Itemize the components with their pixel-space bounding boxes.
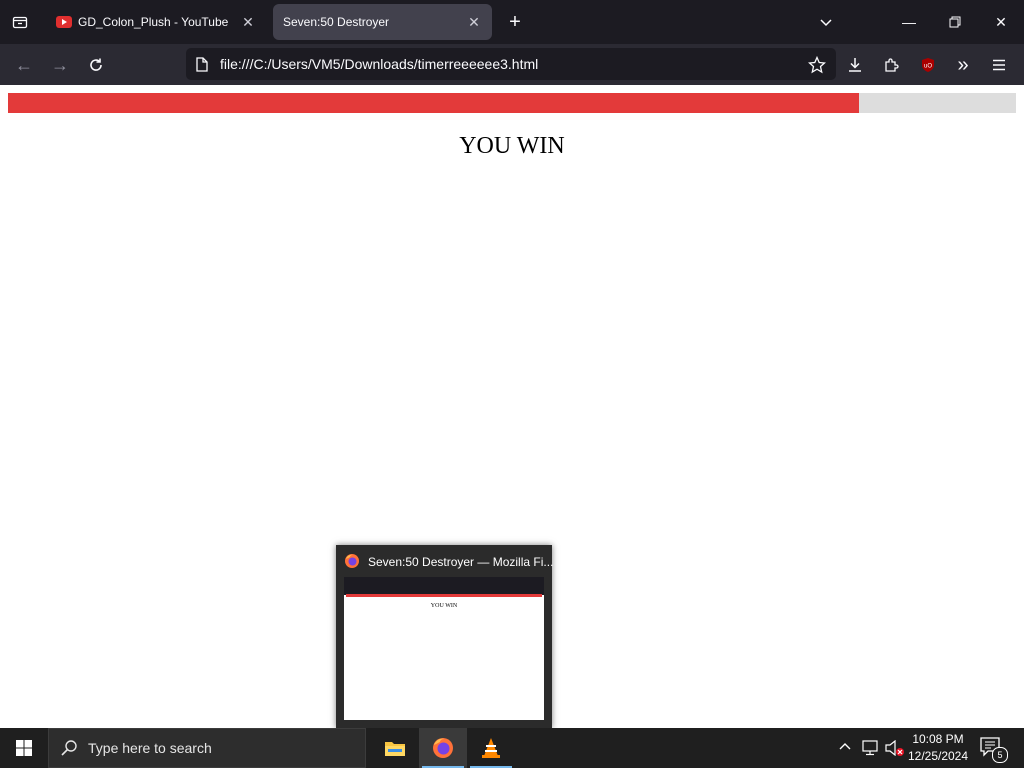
action-center-button[interactable]: 5 [980, 737, 1008, 763]
tab-youtube[interactable]: GD_Colon_Plush - YouTube ✕ [46, 4, 266, 40]
list-all-tabs-button[interactable] [814, 10, 838, 34]
tab-title: Seven:50 Destroyer [283, 15, 390, 29]
downloads-button[interactable] [842, 52, 868, 78]
clock-date: 12/25/2024 [907, 749, 969, 763]
notification-count-badge: 5 [992, 747, 1008, 763]
arrow-left-icon: ← [15, 54, 33, 75]
thumbnail-progress-bar [346, 594, 542, 597]
start-button[interactable] [0, 728, 48, 768]
star-icon [808, 56, 826, 74]
firefox-icon [344, 553, 360, 574]
minimize-button[interactable]: — [886, 0, 932, 44]
close-tab-icon[interactable]: ✕ [240, 14, 256, 31]
new-tab-button[interactable]: + [503, 10, 527, 34]
thumbnail-win-message: YOU WIN [430, 603, 458, 609]
page-icon [196, 57, 208, 77]
svg-text:uO: uO [924, 64, 932, 70]
search-placeholder: Type here to search [88, 740, 212, 756]
ublock-origin-button[interactable]: uO [915, 52, 941, 78]
plus-icon: + [509, 10, 521, 33]
reload-button[interactable] [83, 52, 109, 78]
reload-icon [90, 58, 102, 71]
restore-icon [949, 16, 961, 28]
bookmark-button[interactable] [804, 52, 830, 78]
chevron-up-icon [839, 743, 851, 750]
network-status-button[interactable] [862, 740, 880, 761]
arrow-right-icon: → [51, 54, 69, 75]
hamburger-menu-icon [993, 59, 1005, 71]
puzzle-icon [885, 58, 899, 72]
taskbar-clock[interactable]: 10:08 PM 12/25/2024 [900, 731, 976, 765]
firefox-icon [433, 738, 453, 758]
close-icon: ✕ [995, 13, 1007, 30]
double-chevron-right-icon: » [957, 53, 969, 76]
minimize-icon: — [902, 14, 916, 30]
close-window-button[interactable]: ✕ [978, 0, 1024, 44]
firefox-view-button[interactable] [8, 10, 32, 34]
windows-logo-icon [16, 740, 32, 756]
ublock-icon: uO [922, 58, 934, 72]
show-hidden-icons-button[interactable] [838, 740, 852, 759]
tab-list-icon [12, 16, 28, 29]
thumbnail-page-preview: YOU WIN [344, 577, 544, 720]
close-tab-icon[interactable]: ✕ [466, 14, 482, 31]
more-tools-button[interactable]: » [950, 52, 976, 78]
file-explorer-taskbar-button[interactable] [371, 728, 419, 768]
firefox-taskbar-button[interactable] [419, 728, 467, 768]
thumbnail-title: Seven:50 Destroyer — Mozilla Fi... [368, 555, 554, 569]
youtube-icon [56, 16, 72, 28]
timer-progress-fill [8, 93, 859, 113]
chevron-down-icon [820, 19, 832, 27]
win-message: YOU WIN [459, 133, 565, 159]
extensions-button[interactable] [879, 52, 905, 78]
network-icon [862, 740, 878, 756]
clock-time: 10:08 PM [912, 732, 964, 746]
tab-title: GD_Colon_Plush - YouTube [78, 15, 229, 29]
vlc-icon [482, 738, 500, 758]
restore-button[interactable] [932, 0, 978, 44]
forward-button[interactable]: → [47, 52, 73, 78]
app-menu-button[interactable] [986, 52, 1012, 78]
folder-icon [385, 742, 405, 756]
timer-progress-bar [8, 93, 1016, 113]
tab-seven50-destroyer[interactable]: Seven:50 Destroyer ✕ [273, 4, 492, 40]
search-icon [60, 739, 78, 762]
url-text[interactable]: file:///C:/Users/VM5/Downloads/timerreee… [220, 56, 538, 72]
back-button[interactable]: ← [11, 52, 37, 78]
download-icon [849, 58, 861, 72]
vlc-taskbar-button[interactable] [467, 728, 515, 768]
